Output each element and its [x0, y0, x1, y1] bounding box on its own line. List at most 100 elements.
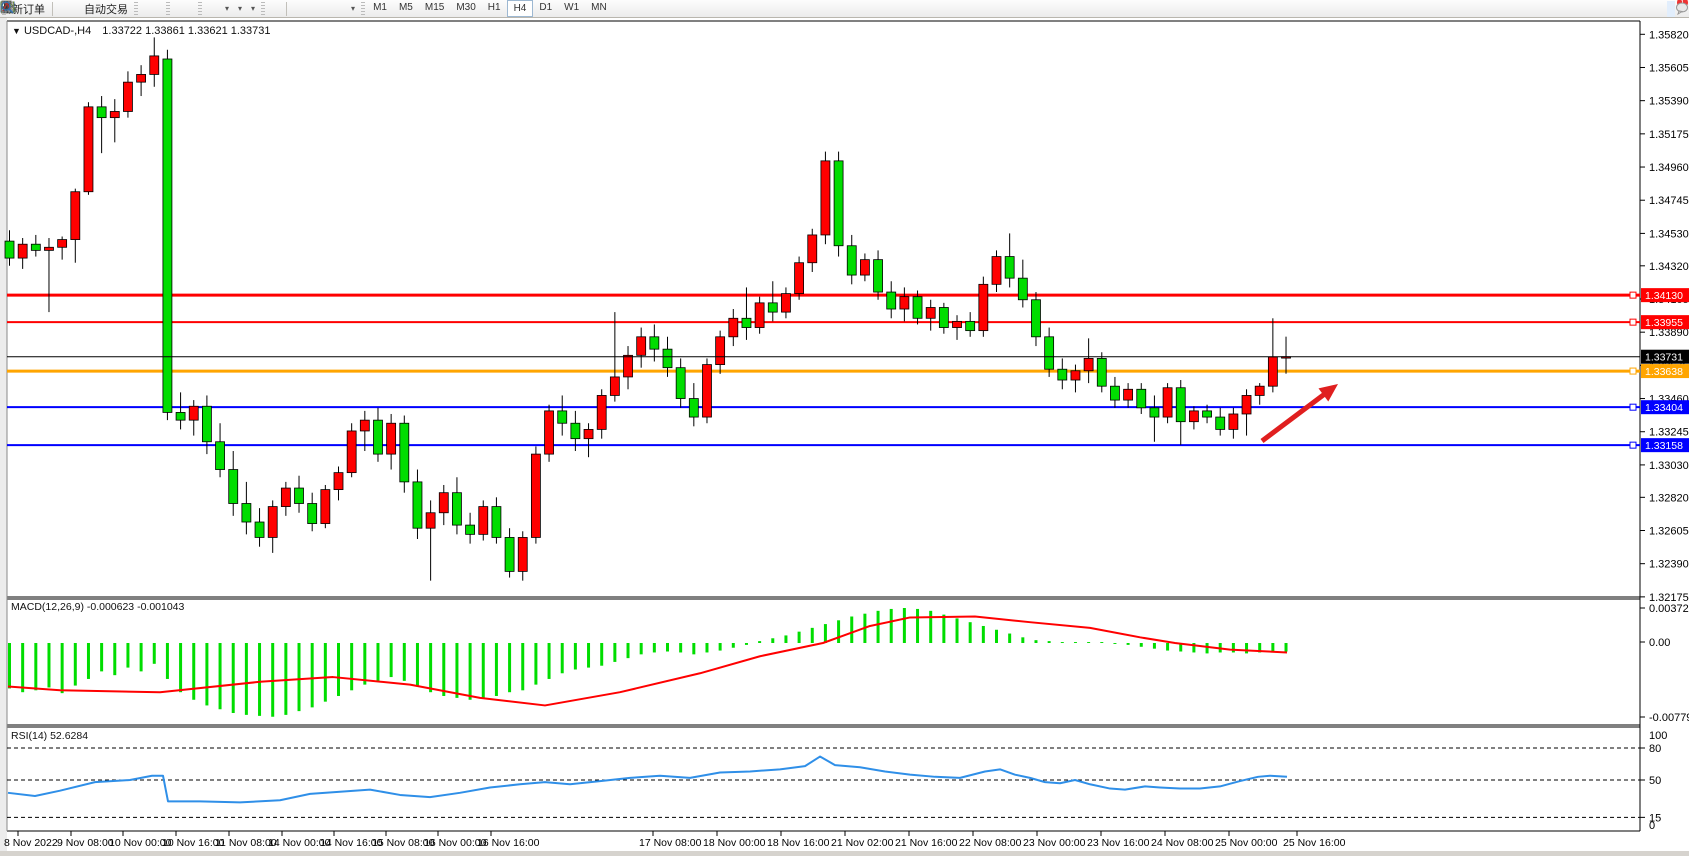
- sound-button[interactable]: [72, 1, 80, 17]
- line-handle[interactable]: [1630, 368, 1636, 374]
- bull-candle: [110, 111, 119, 117]
- price-tick-label: 1.35605: [1649, 62, 1689, 74]
- timeframe-button-d1[interactable]: D1: [533, 0, 558, 16]
- bull-candle: [321, 490, 330, 524]
- bull-candle: [426, 513, 435, 528]
- time-tick-label[interactable]: 24 Nov 08:00: [1151, 837, 1214, 849]
- time-tick-label[interactable]: 18 Nov 00:00: [703, 837, 766, 849]
- dropdown-caret: ▾: [351, 4, 355, 13]
- dropdown-caret: ▾: [238, 4, 242, 13]
- time-tick-label[interactable]: 22 Nov 08:00: [959, 837, 1022, 849]
- time-tick-label[interactable]: 21 Nov 16:00: [895, 837, 958, 849]
- bear-candle: [650, 337, 659, 349]
- toolbar: 新订单: [0, 0, 1689, 18]
- bull-candle: [979, 284, 988, 330]
- timeframe-button-h4[interactable]: H4: [507, 0, 534, 17]
- line-handle[interactable]: [1630, 442, 1636, 448]
- bull-candle: [781, 294, 790, 313]
- zoom-in-button[interactable]: [172, 1, 180, 17]
- toolbar-separator: [52, 2, 53, 16]
- bar-chart-button[interactable]: [140, 1, 148, 17]
- bull-candle: [610, 377, 619, 396]
- bull-candle: [900, 297, 909, 309]
- rsi-level-label: 50: [1649, 775, 1661, 787]
- auto-trading-button[interactable]: 自动交易: [80, 1, 132, 17]
- bull-candle: [137, 74, 146, 82]
- objects-list-button[interactable]: [212, 1, 220, 17]
- bear-candle: [176, 412, 185, 420]
- notifications-button[interactable]: 1: [1675, 1, 1683, 17]
- bull-candle: [71, 192, 80, 240]
- macd-axis-label: -0.007792: [1649, 712, 1689, 724]
- text-tool-button[interactable]: A: [330, 1, 338, 17]
- bull-candle: [189, 406, 198, 420]
- rsi-axis-label: 0: [1649, 820, 1655, 832]
- period-button[interactable]: ▾: [233, 1, 246, 17]
- text-label-tool-button[interactable]: T: [338, 1, 346, 17]
- indicators-list-button[interactable]: [204, 1, 212, 17]
- candlestick-chart-button[interactable]: [148, 1, 156, 17]
- timeframe-button-h1[interactable]: H1: [482, 0, 507, 16]
- new-order-label: 新订单: [12, 1, 45, 17]
- dropdown-caret: ▾: [251, 4, 255, 13]
- time-tick-label[interactable]: 18 Nov 16:00: [767, 837, 830, 849]
- trendline-tool-button[interactable]: [306, 1, 314, 17]
- toolbar-grip: [134, 2, 138, 16]
- time-tick-label[interactable]: 25 Nov 00:00: [1215, 837, 1278, 849]
- chart-canvas[interactable]: 1.358201.356051.353901.351751.349601.347…: [0, 0, 1689, 856]
- time-tick-label[interactable]: 25 Nov 16:00: [1283, 837, 1346, 849]
- line-chart-button[interactable]: [156, 1, 164, 17]
- time-tick-label[interactable]: 16 Nov 16:00: [477, 837, 540, 849]
- market-watch-button[interactable]: [56, 1, 64, 17]
- cursor-tool-button[interactable]: [267, 1, 275, 17]
- bear-candle: [676, 368, 685, 399]
- bull-candle: [281, 488, 290, 507]
- chart-collapse-arrow[interactable]: ▼: [12, 26, 21, 36]
- channel-tool-button[interactable]: E: [314, 1, 322, 17]
- timeframe-button-mn[interactable]: MN: [585, 0, 613, 16]
- price-tick-label: 1.35175: [1649, 129, 1689, 141]
- bear-candle: [1031, 300, 1040, 337]
- bear-candle: [939, 307, 948, 327]
- crosshair-tool-button[interactable]: [275, 1, 283, 17]
- time-tick-label[interactable]: 23 Nov 00:00: [1023, 837, 1086, 849]
- timeframe-button-m5[interactable]: M5: [393, 0, 419, 16]
- zoom-out-button[interactable]: [180, 1, 188, 17]
- tile-windows-button[interactable]: [188, 1, 196, 17]
- vertical-line-tool-button[interactable]: [290, 1, 298, 17]
- time-tick-label[interactable]: 21 Nov 02:00: [831, 837, 894, 849]
- bear-candle: [1005, 257, 1014, 279]
- template-button[interactable]: ▾: [246, 1, 259, 17]
- bear-candle: [663, 349, 672, 368]
- price-tick-label: 1.32820: [1649, 492, 1689, 504]
- bear-candle: [913, 297, 922, 319]
- bear-candle: [308, 503, 317, 523]
- timeframe-button-m1[interactable]: M1: [367, 0, 393, 16]
- bull-candle: [755, 303, 764, 328]
- macd-axis-label: 0.003728: [1649, 603, 1689, 615]
- arrows-tool-button[interactable]: ▾: [346, 1, 359, 17]
- data-window-button[interactable]: [64, 1, 72, 17]
- bear-candle: [5, 241, 14, 258]
- bear-candle: [768, 303, 777, 312]
- time-tick-label[interactable]: 17 Nov 08:00: [639, 837, 702, 849]
- time-tick-label[interactable]: 23 Nov 16:00: [1087, 837, 1150, 849]
- macd-axis-label: 0.00: [1649, 637, 1670, 649]
- timeframe-button-m30[interactable]: M30: [450, 0, 481, 16]
- bear-candle: [1176, 388, 1185, 422]
- bear-candle: [689, 399, 698, 418]
- bear-candle: [966, 321, 975, 330]
- add-indicator-button[interactable]: ▾: [220, 1, 233, 17]
- horizontal-line-tool-button[interactable]: [298, 1, 306, 17]
- timeframe-button-w1[interactable]: W1: [558, 0, 585, 16]
- time-tick-label[interactable]: 8 Nov 2022: [4, 837, 58, 849]
- fibonacci-tool-button[interactable]: F: [322, 1, 330, 17]
- timeframe-button-m15[interactable]: M15: [419, 0, 450, 16]
- line-handle[interactable]: [1630, 404, 1636, 410]
- time-tick-label[interactable]: 9 Nov 08:00: [57, 837, 114, 849]
- level-label: 1.33158: [1645, 440, 1683, 452]
- search-button[interactable]: [1667, 1, 1675, 17]
- bull-candle: [347, 431, 356, 473]
- line-handle[interactable]: [1630, 292, 1636, 298]
- line-handle[interactable]: [1630, 319, 1636, 325]
